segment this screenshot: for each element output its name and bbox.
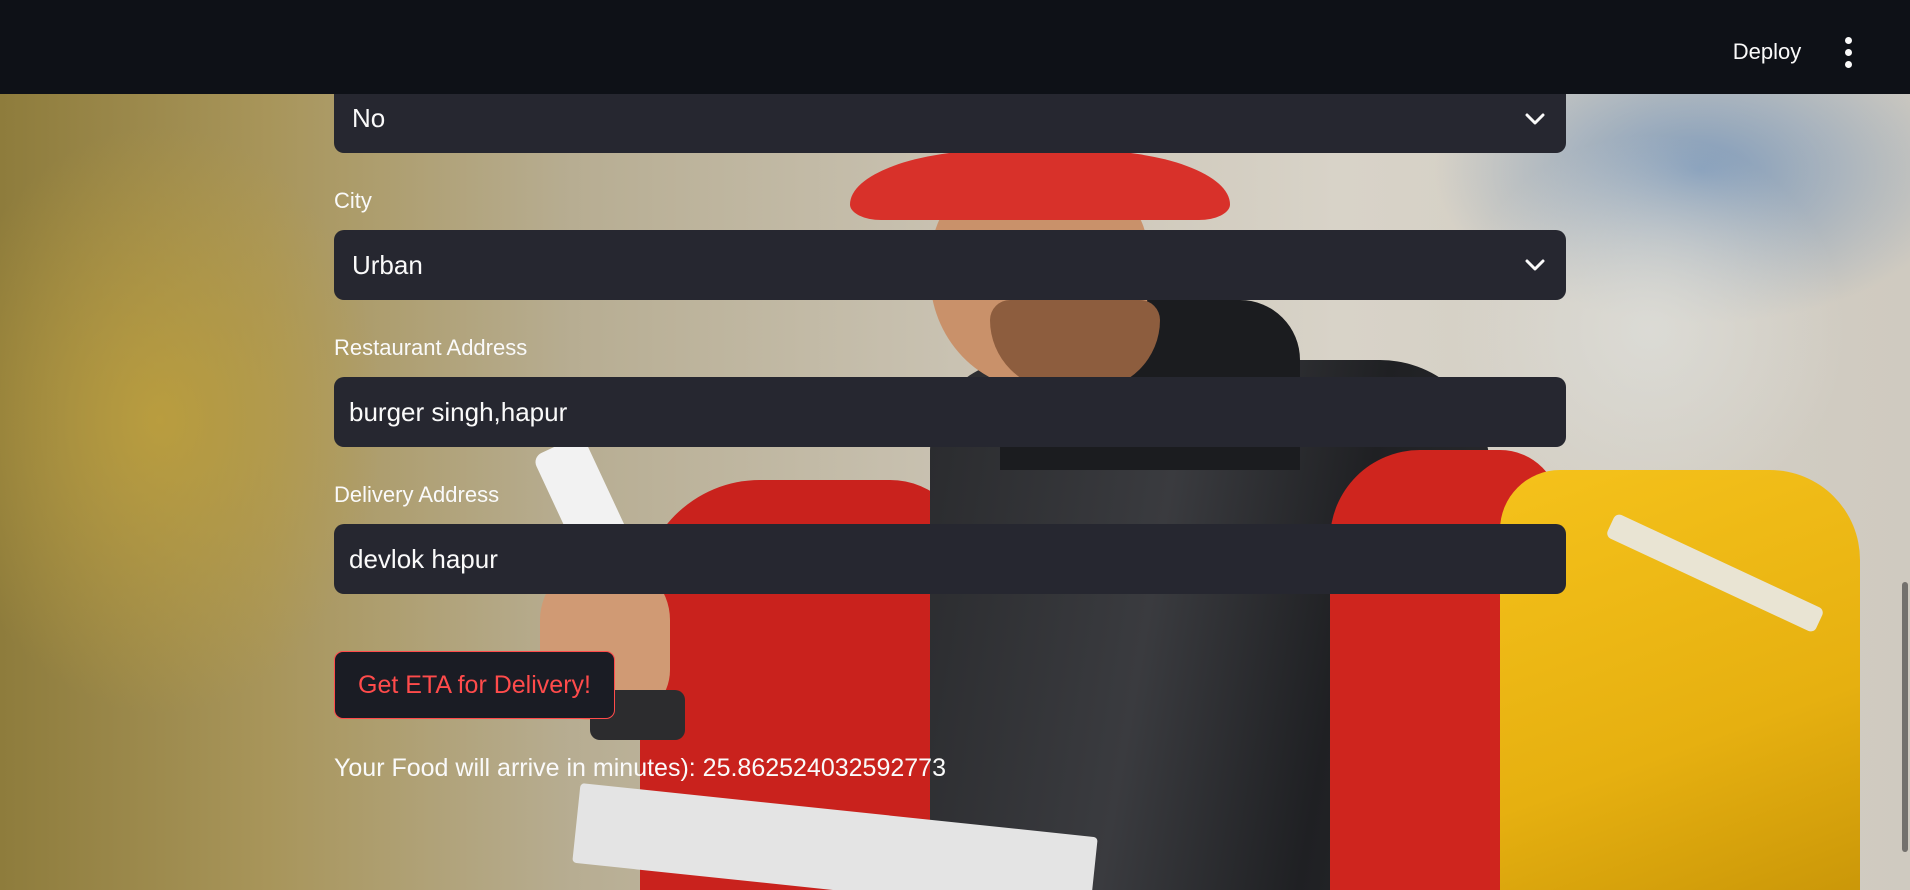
restaurant-address-label: Restaurant Address	[334, 335, 528, 360]
page-scrollbar[interactable]	[1902, 582, 1908, 852]
delivery-address-label: Delivery Address	[334, 482, 500, 507]
app-window: Deploy No City Urban Restaurant Address …	[0, 0, 1910, 890]
city-select[interactable]: Urban	[334, 230, 1566, 300]
delivery-address-input[interactable]: devlok hapur	[334, 524, 1566, 594]
menu-dot	[1844, 48, 1852, 56]
restaurant-address-input[interactable]: burger singh,hapur	[334, 377, 1566, 447]
first-select-value: No	[352, 103, 386, 133]
kebab-menu-icon[interactable]	[1834, 32, 1862, 72]
get-eta-button[interactable]: Get ETA for Delivery!	[334, 651, 615, 719]
photo-cap	[850, 150, 1230, 220]
chevron-down-icon	[1524, 108, 1546, 130]
chevron-down-icon	[1524, 254, 1546, 276]
menu-dot	[1844, 36, 1852, 44]
city-select-value: Urban	[352, 249, 423, 280]
menu-dot	[1844, 60, 1852, 68]
top-header: Deploy	[0, 0, 1910, 94]
city-label: City	[334, 188, 372, 213]
restaurant-address-value: burger singh,hapur	[349, 396, 568, 427]
delivery-address-value: devlok hapur	[349, 543, 498, 574]
eta-result-text: Your Food will arrive in minutes): 25.86…	[334, 754, 946, 782]
deploy-button[interactable]: Deploy	[1712, 30, 1822, 74]
first-select[interactable]: No	[334, 84, 1566, 153]
